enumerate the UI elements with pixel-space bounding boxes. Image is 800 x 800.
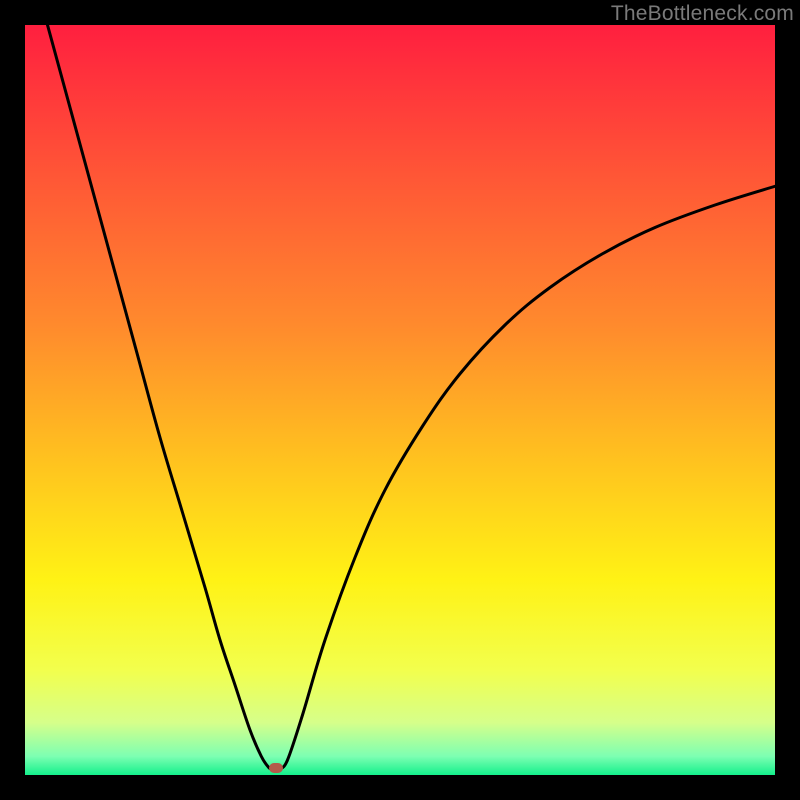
chart-svg	[25, 25, 775, 775]
attribution-label: TheBottleneck.com	[611, 2, 794, 26]
curve-right-branch	[280, 186, 775, 769]
curve-left-branch	[48, 25, 273, 769]
minimum-marker	[269, 763, 283, 773]
